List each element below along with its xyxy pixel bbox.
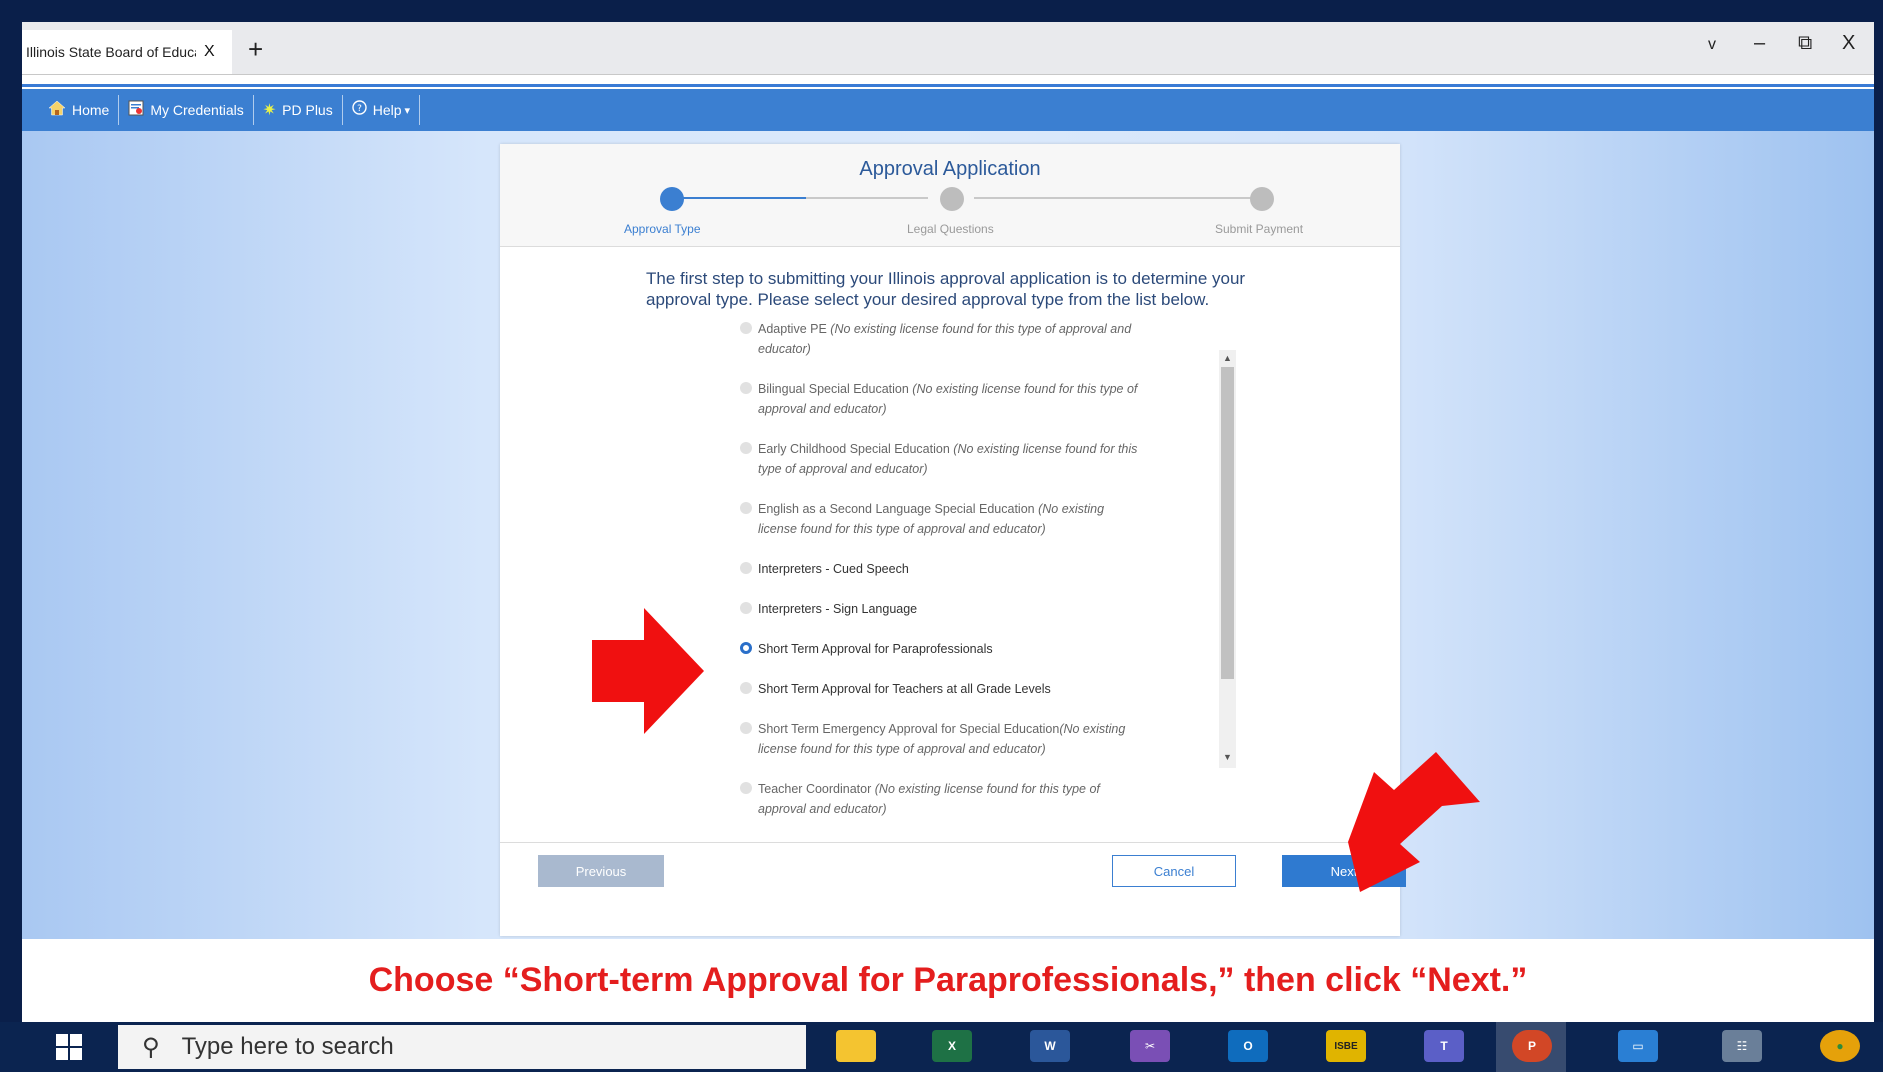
scrollbar-thumb[interactable] (1221, 367, 1234, 679)
nav-pd-plus[interactable]: ✷ PD Plus (254, 95, 343, 125)
option-label: Short Term Emergency Approval for Specia… (758, 722, 1060, 736)
windows-taskbar: ⚲ Type here to search X W ✂ O ISBE T P ▭… (0, 1022, 1883, 1072)
nav-pd-plus-label: PD Plus (282, 102, 333, 118)
option-label: English as a Second Language Special Edu… (758, 502, 1035, 516)
file-explorer-icon[interactable] (836, 1030, 876, 1062)
chrome-icon[interactable]: ● (1820, 1030, 1860, 1062)
remote-desktop-icon[interactable]: ▭ (1618, 1030, 1658, 1062)
outlook-icon[interactable]: O (1228, 1030, 1268, 1062)
radio-button (740, 442, 752, 454)
radio-button (740, 322, 752, 334)
step-dot-submit-payment (1250, 187, 1274, 211)
isbe-icon[interactable]: ISBE (1326, 1030, 1366, 1062)
nav-help[interactable]: ? Help ▾ (343, 95, 421, 125)
step-label-approval-type: Approval Type (624, 222, 701, 236)
scroll-down-icon[interactable]: ▼ (1219, 752, 1236, 762)
browser-divider (22, 84, 1874, 87)
option-label: Interpreters - Sign Language (758, 602, 918, 616)
progress-line (974, 197, 1252, 199)
option-short-term-emergency-special-education: Short Term Emergency Approval for Specia… (740, 719, 1140, 759)
presentation-slide: Illinois State Board of Education X + v … (22, 22, 1874, 1022)
nav-home-label: Home (72, 102, 110, 118)
snipping-tool-icon[interactable]: ✂ (1130, 1030, 1170, 1062)
step-label-submit-payment: Submit Payment (1215, 222, 1304, 236)
chevron-down-icon: ▾ (404, 104, 411, 117)
option-short-term-paraprofessionals[interactable]: Short Term Approval for Paraprofessional… (740, 639, 1140, 659)
radio-button (740, 722, 752, 734)
svg-text:?: ? (357, 104, 362, 114)
scroll-up-icon[interactable]: ▲ (1219, 353, 1236, 363)
option-label: Short Term Approval for Teachers at all … (758, 682, 1051, 696)
windows-start-icon[interactable] (56, 1034, 82, 1060)
nav-help-label: Help (372, 102, 402, 118)
app-nav-bar: Home My Credentials ✷ PD Plus ? Help ▾ (22, 89, 1874, 131)
help-icon: ? (352, 100, 367, 120)
excel-icon[interactable]: X (932, 1030, 972, 1062)
browser-tab-bar: Illinois State Board of Education X + v … (22, 22, 1874, 75)
radio-button (740, 382, 752, 394)
option-interpreters-cued-speech[interactable]: Interpreters - Cued Speech (740, 559, 1140, 579)
tab-title: Illinois State Board of Education (26, 44, 196, 60)
previous-button[interactable]: Previous (538, 855, 664, 887)
option-esl-special-education: English as a Second Language Special Edu… (740, 499, 1140, 539)
page-title: Approval Application (859, 158, 1041, 180)
right-arrow-annotation-icon (592, 608, 704, 734)
powerpoint-icon[interactable]: P (1512, 1030, 1552, 1062)
down-left-arrow-annotation-icon (1348, 752, 1480, 892)
nav-my-credentials-label: My Credentials (150, 102, 244, 118)
credentials-icon (128, 100, 144, 121)
close-window-icon[interactable]: X (1842, 32, 1855, 55)
option-label: Early Childhood Special Education (758, 442, 950, 456)
list-scrollbar[interactable]: ▲ ▼ (1219, 350, 1236, 768)
minimize-icon[interactable]: – (1754, 32, 1765, 55)
instruction-caption: Choose “Short-term Approval for Paraprof… (368, 961, 1528, 999)
intro-text: The first step to submitting your Illino… (646, 269, 1246, 309)
radio-button[interactable] (740, 602, 752, 614)
progress-line (806, 197, 928, 199)
pd-plus-icon: ✷ (262, 102, 277, 119)
taskbar-search-box[interactable]: ⚲ Type here to search (118, 1025, 806, 1069)
cancel-button[interactable]: Cancel (1112, 855, 1236, 887)
teams-icon[interactable]: T (1424, 1030, 1464, 1062)
browser-tab[interactable]: Illinois State Board of Education X (22, 30, 232, 74)
radio-button (740, 782, 752, 794)
radio-button[interactable] (740, 562, 752, 574)
option-bilingual-special-education: Bilingual Special Education (No existing… (740, 379, 1140, 419)
radio-button (740, 502, 752, 514)
progress-line-complete (672, 197, 806, 199)
approval-application-card: Approval Application Approval Type Legal… (500, 144, 1406, 937)
caption-strip: Choose “Short-term Approval for Paraprof… (22, 939, 1874, 1022)
chevron-down-icon[interactable]: v (1708, 36, 1716, 54)
restore-icon[interactable]: ⧉ (1798, 32, 1812, 55)
tab-close-icon[interactable]: X (204, 43, 215, 61)
option-label: Bilingual Special Education (758, 382, 909, 396)
home-icon (48, 100, 66, 121)
option-interpreters-sign-language[interactable]: Interpreters - Sign Language (740, 599, 1140, 619)
card-header: Approval Application Approval Type Legal… (500, 144, 1400, 247)
option-label: Short Term Approval for Paraprofessional… (758, 642, 993, 656)
option-short-term-teachers[interactable]: Short Term Approval for Teachers at all … (740, 679, 1140, 699)
option-label: Teacher Coordinator (758, 782, 872, 796)
nav-my-credentials[interactable]: My Credentials (119, 95, 254, 125)
option-label: Adaptive PE (758, 322, 827, 336)
option-early-childhood-special-education: Early Childhood Special Education (No ex… (740, 439, 1140, 479)
calculator-icon[interactable]: ☷ (1722, 1030, 1762, 1062)
search-icon: ⚲ (142, 1033, 160, 1061)
option-adaptive-pe: Adaptive PE (No existing license found f… (740, 319, 1140, 359)
nav-home[interactable]: Home (22, 95, 120, 125)
step-dot-legal-questions (940, 187, 964, 211)
new-tab-icon[interactable]: + (248, 34, 263, 65)
search-placeholder: Type here to search (181, 1033, 394, 1060)
option-label: Interpreters - Cued Speech (758, 562, 909, 576)
word-icon[interactable]: W (1030, 1030, 1070, 1062)
card-footer: Previous Cancel Next (500, 842, 1406, 937)
step-label-legal-questions: Legal Questions (907, 222, 994, 236)
step-dot-approval-type (660, 187, 684, 211)
radio-button-selected[interactable] (740, 642, 752, 654)
option-teacher-coordinator: Teacher Coordinator (No existing license… (740, 779, 1140, 819)
radio-button[interactable] (740, 682, 752, 694)
